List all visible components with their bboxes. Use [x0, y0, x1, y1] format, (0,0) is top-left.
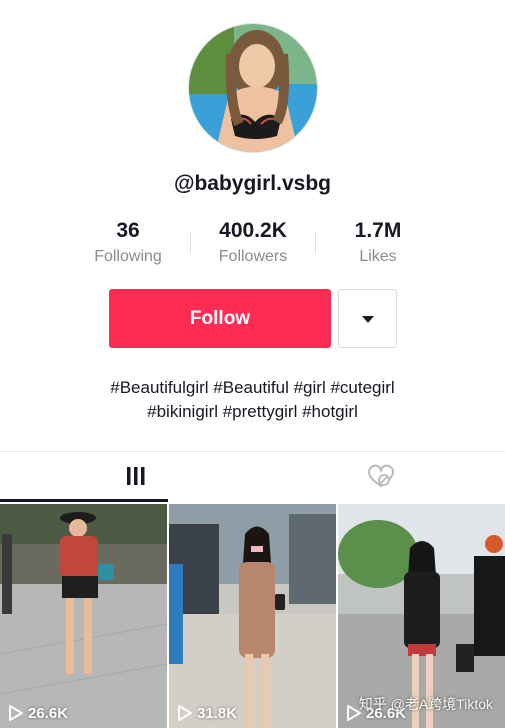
stat-followers[interactable]: 400.2K Followers: [193, 218, 313, 266]
avatar[interactable]: [188, 23, 318, 153]
bio: #Beautifulgirl #Beautiful #girl #cutegir…: [0, 376, 505, 424]
view-count-text: 26.6K: [28, 704, 69, 722]
heart-hidden-icon: [367, 464, 395, 488]
play-outline-icon: [178, 705, 192, 721]
stat-divider: [315, 232, 316, 254]
username: @babygirl.vsbg: [173, 172, 331, 195]
likes-count: 1.7M: [354, 219, 402, 242]
triangle-down-icon: [362, 316, 374, 323]
following-label: Following: [94, 248, 162, 265]
follow-button[interactable]: Follow: [109, 289, 331, 348]
tab-videos[interactable]: [0, 452, 252, 502]
view-count: 31.8K: [177, 704, 237, 722]
video-thumbnail[interactable]: 26.6K: [0, 504, 167, 728]
profile-stats: 36 Following 400.2K Followers 1.7M Likes: [0, 218, 505, 274]
view-count-text: 31.8K: [197, 704, 238, 722]
active-tab-indicator: [0, 499, 168, 502]
bio-line: #Beautifulgirl #Beautiful #girl #cutegir…: [110, 378, 395, 397]
followers-count: 400.2K: [219, 219, 287, 242]
likes-label: Likes: [359, 248, 397, 265]
stat-likes[interactable]: 1.7M Likes: [318, 218, 438, 266]
watermark: 知乎 @老A跨境Tiktok: [358, 696, 493, 712]
video-thumbnail[interactable]: 31.8K: [169, 504, 336, 728]
video-preview-image: [169, 504, 336, 728]
video-grid: 26.6K 31.8K 26.6K 知乎 @老A跨境Tiktok: [0, 504, 505, 728]
avatar-image: [189, 24, 317, 152]
bio-line: #bikinigirl #prettygirl #hotgirl: [147, 402, 358, 421]
more-options-button[interactable]: [338, 289, 397, 348]
stat-divider: [190, 232, 191, 254]
tab-liked[interactable]: [253, 452, 505, 502]
stat-following[interactable]: 36 Following: [68, 218, 188, 266]
following-count: 36: [116, 219, 140, 242]
followers-label: Followers: [218, 248, 288, 265]
play-outline-icon: [9, 705, 23, 721]
grid-icon: [127, 467, 145, 485]
view-count: 26.6K: [8, 704, 68, 722]
video-preview-image: [0, 504, 167, 728]
